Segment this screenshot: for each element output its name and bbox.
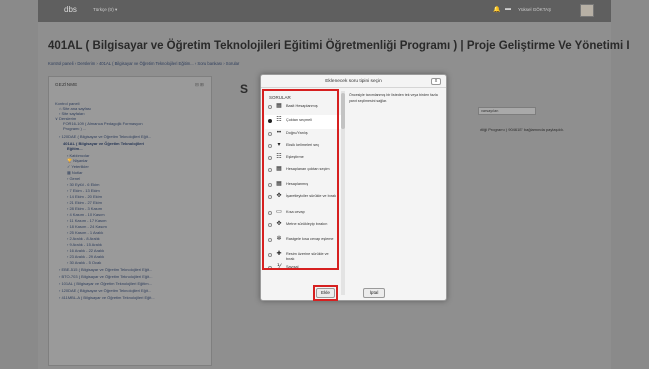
cancel-button[interactable]: İptal [363,288,385,298]
close-icon[interactable]: x [431,78,441,85]
breadcrumb[interactable]: Kontrol paneli › Derslerim › 401AL ( Bil… [48,61,239,66]
user-name[interactable]: Yüksel GÖKTAŞ [518,7,551,12]
sidebar-item[interactable]: Programı ) ... [63,126,86,131]
sidebar-item[interactable]: › 2 Aralık - 8 Aralık [67,236,100,241]
main-heading: S [240,82,249,96]
sidebar-item[interactable]: › 9 Aralık - 15 Aralık [67,242,102,247]
sidebar-item[interactable]: › 30 Aralık - 5 Ocak [67,260,101,265]
page-title: 401AL ( Bilgisayar ve Öğretim Teknolojil… [48,40,630,52]
sidebar-item[interactable]: › 25 Kasım - 1 Aralık [67,230,103,235]
notification-icon[interactable]: 🔔 [493,6,500,13]
block-controls[interactable]: ⊟ ⊞ [195,82,204,88]
sidebar-item[interactable]: ✓ Yeterlikler [67,164,89,169]
sidebar-item[interactable]: › 16 Aralık - 22 Aralık [67,248,104,253]
sidebar-item[interactable]: › 11 Kasım - 17 Kasım [67,218,107,223]
sidebar-item[interactable]: › 14 Ekim - 20 Ekim [67,194,102,199]
sidebar-item[interactable]: › Genel [67,176,80,181]
sidebar-item[interactable]: › 7 Ekim - 13 Ekim [67,188,100,193]
question-type-description: Öncesiyle tanımlanmış bir listeden tek v… [349,93,438,103]
language-menu[interactable]: Türkçe (tr) ▾ [93,7,117,13]
category-select[interactable]: varsayılan [478,107,536,115]
sidebar-item[interactable]: › 21 Ekim - 27 Ekim [67,200,102,205]
sidebar-item[interactable]: ▦ Notlar [67,170,83,175]
top-navbar: dbs Türkçe (tr) ▾ 🔔 ▬ Yüksel GÖKTAŞ [38,0,611,22]
sidebar-item[interactable]: Eğitim... [67,146,83,151]
sidebar-item[interactable]: › 28 Ekim - 3 Kasım [67,206,102,211]
navigation-heading: GEZİNME [55,82,78,87]
scrollbar-thumb[interactable] [341,93,345,129]
highlight-box-question-list [262,89,339,270]
sidebar-item[interactable]: › 30 Eylül - 6 Ekim [67,182,99,187]
navigation-block: GEZİNME ⊟ ⊞ Kontrol paneli ⌂ Site ana say… [48,76,212,366]
sidebar-item[interactable]: 🏆 Nişanlar [67,158,88,163]
sidebar-item[interactable]: › 411MBL-A ( Bilgisayar ve Öğretim Tekno… [59,295,155,300]
avatar[interactable] [580,4,594,17]
sidebar-item[interactable]: › 23 Aralık - 29 Aralık [67,254,104,259]
message-icon[interactable]: ▬ [505,6,511,12]
sidebar-item[interactable]: › 101AL ( Bilgisayar ve Öğretim Teknoloj… [59,281,152,286]
share-text: ıtliği Programı ) 90461E' bağlamında pay… [480,127,564,132]
dialog-title: Eklenecek soru tipini seçin [261,75,446,88]
sidebar-item[interactable]: › EBE-515 ( Bilgisayar ve Öğretim Teknol… [59,267,152,272]
sidebar-item[interactable]: › 4 Kasım - 10 Kasım [67,212,105,217]
add-button[interactable]: Ekle [316,288,335,298]
sidebar-item[interactable]: › 120DAE ( Bilgisayar ve Öğretim Teknolo… [59,288,151,293]
sidebar-item[interactable]: › 120DAE ( Bilgisayar ve Öğretim Teknolo… [59,134,151,139]
sidebar-item[interactable]: › BTO-703 ( Bilgisayar ve Öğretim Teknol… [59,274,152,279]
sidebar-item[interactable]: › 18 Kasım - 24 Kasım [67,224,107,229]
site-logo[interactable]: dbs [64,5,77,14]
